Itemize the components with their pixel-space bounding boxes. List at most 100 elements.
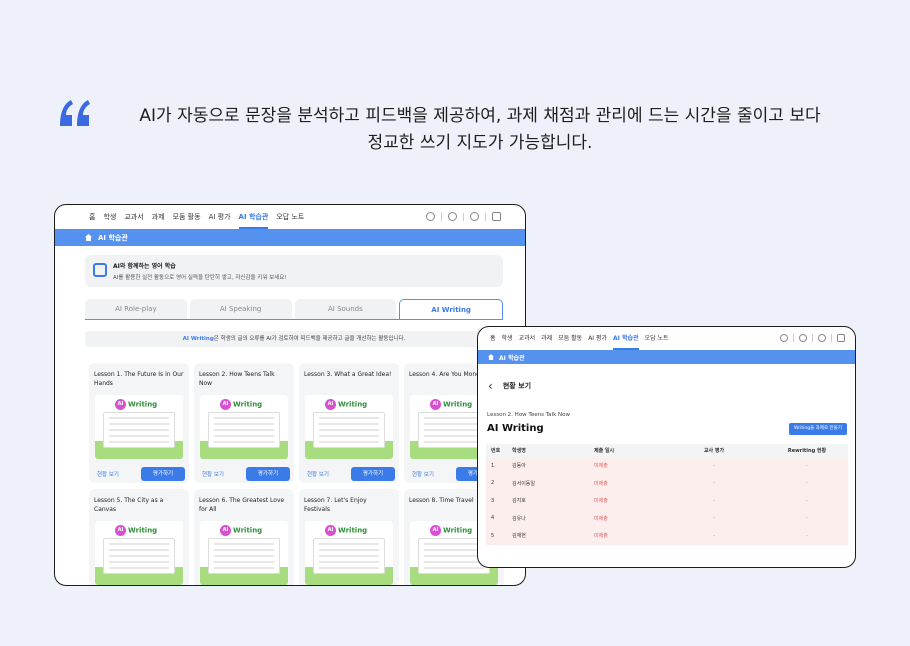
nav-item-home[interactable]: 홈 <box>89 205 95 229</box>
cell-teacher-eval: - <box>713 515 715 522</box>
cell-rewriting: - <box>806 462 808 469</box>
breadcrumb: AI 학습관 <box>478 350 855 364</box>
lesson-card: Lesson 2. How Teens Talk Now AI Writing 현… <box>194 363 294 483</box>
cell-student: 김서이동일 <box>512 480 536 487</box>
col-rewriting[interactable]: Rewriting 현황 <box>766 447 848 454</box>
bell-icon[interactable] <box>780 334 788 342</box>
cell-number: 4 <box>491 515 495 522</box>
col-student[interactable]: 학생명 <box>506 447 594 454</box>
chat-icon[interactable] <box>470 212 479 221</box>
view-status-button[interactable]: 현황 보기 <box>93 470 141 478</box>
home-icon[interactable] <box>488 354 494 360</box>
thumb-badge-label: Writing <box>233 400 263 409</box>
thumb-badge: AI Writing <box>115 399 157 410</box>
divider <box>812 334 813 342</box>
nav-item-wrong-notes[interactable]: 오답 노트 <box>276 205 304 229</box>
nav-item-ai-hall[interactable]: AI 학습관 <box>613 327 639 350</box>
nav-item-textbook[interactable]: 교과서 <box>519 327 536 350</box>
tab-speaking[interactable]: AI Speaking <box>189 299 292 319</box>
worksheet-preview <box>103 412 175 448</box>
col-teacher-eval[interactable]: 교사 평가 <box>662 447 766 454</box>
nav-item-ai-hall[interactable]: AI 학습관 <box>238 205 268 229</box>
tab-writing[interactable]: AI Writing <box>399 299 503 319</box>
cell-submitted: 미제출 <box>594 480 608 487</box>
thumb-badge: AI Writing <box>430 399 472 410</box>
home-icon[interactable] <box>85 234 92 241</box>
top-nav-icons <box>780 334 845 342</box>
section-title: AI Writing <box>487 423 544 434</box>
nav-item-students[interactable]: 학생 <box>103 205 116 229</box>
document-icon[interactable] <box>492 212 501 221</box>
lesson-card: Lesson 5. The City as a Canvas AI Writing <box>89 489 189 585</box>
headline: AI가 자동으로 문장을 분석하고 피드백을 제공하여, 과제 채점과 관리에 … <box>100 103 860 157</box>
evaluate-button[interactable]: 평가하기 <box>246 467 290 481</box>
thumb-badge-label: Writing <box>443 526 473 535</box>
view-status-button[interactable]: 현황 보기 <box>303 470 351 478</box>
lesson-thumbnail: AI Writing <box>305 521 393 585</box>
lesson-title: Lesson 7. Let's Enjoy Festivals <box>304 497 367 513</box>
nav-item-home[interactable]: 홈 <box>490 327 496 350</box>
nav-item-textbook[interactable]: 교과서 <box>124 205 143 229</box>
col-number[interactable]: 번호 <box>486 447 506 454</box>
chevron-left-icon[interactable]: ‹ <box>488 379 493 393</box>
thumb-badge: AI Writing <box>115 525 157 536</box>
cell-rewriting: - <box>806 480 808 487</box>
divider <box>485 212 486 221</box>
thumb-badge-label: Writing <box>338 526 368 535</box>
top-nav: 홈 학생 교과서 과제 모둠 활동 AI 평가 AI 학습관 오답 노트 <box>55 205 525 229</box>
table-row[interactable]: 1 김동아 미제출 - - <box>486 457 848 475</box>
table-row[interactable]: 2 김서이동일 미제출 - - <box>486 474 848 492</box>
nav-item-ai-eval[interactable]: AI 평가 <box>588 327 607 350</box>
cell-teacher-eval: - <box>713 497 715 504</box>
col-submitted[interactable]: 제출 일시 <box>594 447 662 454</box>
divider <box>831 334 832 342</box>
document-icon[interactable] <box>837 334 845 342</box>
nav-item-wrong-notes[interactable]: 오답 노트 <box>645 327 669 350</box>
lesson-thumbnail: AI Writing <box>200 521 288 585</box>
nav-item-group[interactable]: 모둠 활동 <box>558 327 582 350</box>
activity-tabs: AI Role-play AI Speaking AI Sounds AI Wr… <box>85 299 503 319</box>
cell-teacher-eval: - <box>713 532 715 539</box>
cell-teacher-eval: - <box>713 462 715 469</box>
top-nav-icons <box>426 212 501 221</box>
settings-icon[interactable] <box>799 334 807 342</box>
cell-student: 김지호 <box>512 498 526 505</box>
cell-submitted: 미제출 <box>594 515 608 522</box>
nav-item-students[interactable]: 학생 <box>502 327 513 350</box>
worksheet-preview <box>208 538 280 574</box>
evaluate-button[interactable]: 평가하기 <box>141 467 185 481</box>
tab-underline <box>85 319 503 320</box>
ai-badge-icon: AI <box>115 525 126 536</box>
nav-item-group[interactable]: 모둠 활동 <box>173 205 201 229</box>
lesson-thumbnail: AI Writing <box>95 395 183 459</box>
nav-item-assignments[interactable]: 과제 <box>541 327 552 350</box>
cell-student: 김재현 <box>512 533 526 540</box>
thumb-badge-label: Writing <box>233 526 263 535</box>
table-row[interactable]: 3 김지호 미제출 - - <box>486 492 848 510</box>
breadcrumb-label: AI 학습관 <box>98 233 128 242</box>
lesson-card: Lesson 6. The Greatest Love for All AI Wr… <box>194 489 294 585</box>
notice-strong: AI Writing <box>182 336 214 342</box>
lesson-thumbnail: AI Writing <box>95 521 183 585</box>
bell-icon[interactable] <box>426 212 435 221</box>
cell-number: 2 <box>491 480 495 487</box>
view-status-button[interactable]: 현황 보기 <box>408 470 456 478</box>
divider <box>441 212 442 221</box>
nav-item-ai-eval[interactable]: AI 평가 <box>209 205 231 229</box>
nav-item-assignments[interactable]: 과제 <box>152 205 165 229</box>
view-status-button[interactable]: 현황 보기 <box>198 470 246 478</box>
divider <box>463 212 464 221</box>
cell-number: 3 <box>491 497 495 504</box>
lesson-grid: Lesson 1. The Future Is in Our Hands AI W… <box>89 363 525 585</box>
table-row[interactable]: 4 김유나 미제출 - - <box>486 509 848 527</box>
table-row[interactable]: 5 김재현 미제출 - - <box>486 527 848 545</box>
tab-role-play[interactable]: AI Role-play <box>85 299 187 319</box>
banner-subtitle: AI를 활용한 실전 활동으로 영어 실력을 탄탄히 쌓고, 자신감을 키워 보… <box>113 275 287 281</box>
tab-sounds[interactable]: AI Sounds <box>294 299 397 319</box>
evaluate-button[interactable]: 평가하기 <box>351 467 395 481</box>
banner-title: AI와 함께하는 영어 학습 <box>113 263 176 270</box>
chat-icon[interactable] <box>818 334 826 342</box>
status-window: 홈 학생 교과서 과제 모둠 활동 AI 평가 AI 학습관 오답 노트 AI … <box>477 326 856 568</box>
make-assignment-button[interactable]: Writing을 과제로 만들기 <box>789 423 847 435</box>
settings-icon[interactable] <box>448 212 457 221</box>
